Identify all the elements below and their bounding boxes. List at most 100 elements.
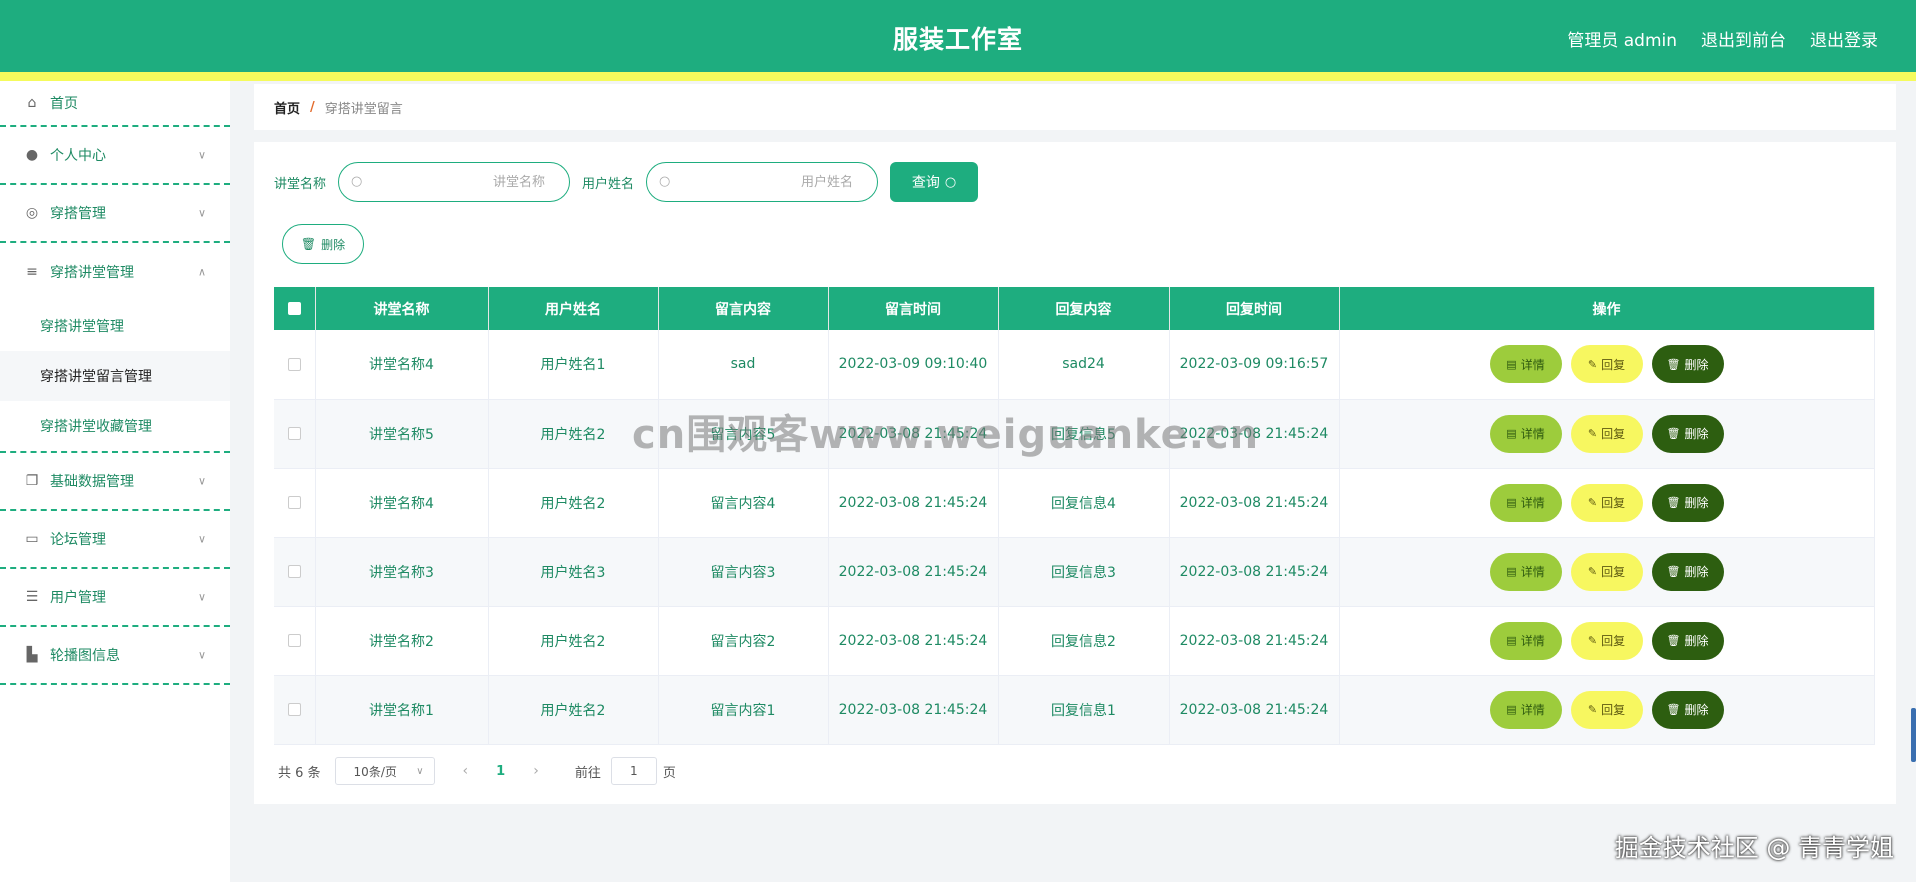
detail-button[interactable]: ▤ 详情 bbox=[1489, 345, 1562, 384]
sidebar-subitem-lecture-management[interactable]: 穿搭讲堂管理 bbox=[0, 301, 230, 351]
document-icon: ▤ bbox=[1506, 703, 1517, 716]
row-checkbox[interactable] bbox=[287, 357, 301, 371]
breadcrumb-separator: / bbox=[310, 99, 315, 115]
reply-button[interactable]: ✎ 回复 bbox=[1570, 552, 1643, 591]
breadcrumb-home[interactable]: 首页 bbox=[274, 98, 300, 117]
chevron-down-icon: ∨ bbox=[197, 148, 206, 162]
table-cell: 2022-03-08 21:45:24 bbox=[1169, 537, 1340, 607]
chevron-down-icon: ∨ bbox=[197, 474, 206, 488]
reply-button[interactable]: ✎ 回复 bbox=[1570, 414, 1643, 453]
reply-button[interactable]: ✎ 回复 bbox=[1570, 483, 1643, 522]
lecture-name-field[interactable]: ○ bbox=[338, 162, 571, 202]
row-actions-cell: ▤ 详情 ✎ 回复 🗑 删除 bbox=[1339, 399, 1875, 469]
goto-page-input[interactable]: 1 bbox=[610, 757, 657, 785]
edit-icon: ✎ bbox=[1587, 565, 1598, 578]
suitcase-icon: ▙ bbox=[26, 647, 38, 663]
scrollbar-handle[interactable] bbox=[1911, 708, 1916, 762]
delete-button[interactable]: 🗑 删除 bbox=[1651, 483, 1724, 522]
search-icon: ○ bbox=[944, 174, 957, 190]
goto-label: 前往 bbox=[574, 765, 601, 781]
lecture-name-input[interactable] bbox=[369, 171, 546, 193]
home-icon: ⌂ bbox=[27, 95, 37, 111]
sidebar-item-personal-center[interactable]: ● 个人中心 ∨ bbox=[0, 127, 230, 185]
table-cell: 讲堂名称4 bbox=[315, 468, 489, 538]
row-actions-cell: ▤ 详情 ✎ 回复 🗑 删除 bbox=[1339, 537, 1875, 607]
select-all-checkbox[interactable] bbox=[287, 302, 301, 315]
delete-button-label: 删除 bbox=[1684, 703, 1709, 717]
document-icon: ▤ bbox=[1506, 634, 1517, 647]
row-select-cell bbox=[274, 537, 316, 607]
edit-icon: ✎ bbox=[1587, 357, 1598, 371]
detail-button[interactable]: ▤ 详情 bbox=[1489, 621, 1562, 660]
delete-button[interactable]: 🗑 删除 bbox=[1651, 552, 1724, 591]
trash-icon: 🗑 bbox=[1666, 565, 1681, 578]
sidebar-subitem-lecture-favorites[interactable]: 穿搭讲堂收藏管理 bbox=[0, 401, 230, 451]
query-button[interactable]: 查询 ○ bbox=[890, 162, 979, 202]
reply-button[interactable]: ✎ 回复 bbox=[1570, 690, 1643, 729]
header-accent-strip bbox=[0, 72, 1916, 81]
search-bar: 讲堂名称 ○ 用户姓名 ○ 查询 ○ bbox=[274, 162, 979, 202]
copy-icon: ❐ bbox=[25, 473, 39, 489]
detail-button[interactable]: ▤ 详情 bbox=[1489, 483, 1562, 522]
row-checkbox[interactable] bbox=[287, 427, 301, 440]
detail-button[interactable]: ▤ 详情 bbox=[1489, 552, 1562, 591]
row-checkbox[interactable] bbox=[287, 565, 301, 578]
document-icon: ▤ bbox=[1506, 565, 1517, 578]
sidebar-item-forum[interactable]: ▭ 论坛管理 ∨ bbox=[0, 511, 230, 569]
page-number[interactable]: 1 bbox=[496, 764, 505, 779]
table-header-row: 讲堂名称 用户姓名 留言内容 留言时间 回复内容 回复时间 操作 bbox=[274, 287, 1875, 330]
sidebar-item-outfit-management[interactable]: ◎ 穿搭管理 ∨ bbox=[0, 185, 230, 243]
lifebuoy-icon: ◎ bbox=[25, 205, 39, 221]
delete-button[interactable]: 🗑 删除 bbox=[1651, 690, 1724, 729]
row-actions-cell: ▤ 详情 ✎ 回复 🗑 删除 bbox=[1339, 468, 1875, 538]
page-size-select[interactable]: 10条/页 ∨ bbox=[334, 757, 435, 785]
sidebar-item-label: 穿搭讲堂管理 bbox=[50, 265, 134, 281]
trash-icon: 🗑 bbox=[1666, 496, 1681, 509]
reply-button-label: 回复 bbox=[1601, 496, 1626, 510]
detail-button[interactable]: ▤ 详情 bbox=[1489, 690, 1562, 729]
table-cell: 2022-03-08 21:45:24 bbox=[828, 606, 999, 676]
batch-delete-button[interactable]: 🗑 删除 bbox=[282, 224, 364, 264]
reply-button-label: 回复 bbox=[1601, 427, 1626, 441]
delete-button[interactable]: 🗑 删除 bbox=[1651, 621, 1724, 660]
row-checkbox[interactable] bbox=[287, 703, 301, 716]
prev-page-button[interactable]: ‹ bbox=[463, 763, 469, 779]
reply-button[interactable]: ✎ 回复 bbox=[1570, 621, 1643, 660]
row-checkbox[interactable] bbox=[287, 634, 301, 647]
sidebar-item-lecture-management[interactable]: ≡ 穿搭讲堂管理 ∧ bbox=[0, 243, 230, 301]
chevron-down-icon: ∨ bbox=[197, 590, 206, 604]
column-header: 留言内容 bbox=[658, 287, 829, 330]
row-checkbox[interactable] bbox=[287, 496, 301, 509]
delete-button[interactable]: 🗑 删除 bbox=[1651, 345, 1724, 384]
table-cell: 用户姓名2 bbox=[488, 468, 659, 538]
detail-button-label: 详情 bbox=[1520, 496, 1545, 510]
reply-button[interactable]: ✎ 回复 bbox=[1570, 345, 1643, 384]
front-page-link[interactable]: 退出到前台 bbox=[1701, 26, 1786, 51]
next-page-button[interactable]: › bbox=[533, 763, 539, 779]
table-row: 讲堂名称3 用户姓名3 留言内容3 2022-03-08 21:45:24 回复信息3 2… bbox=[274, 537, 1875, 607]
table-cell: 回复信息2 bbox=[998, 606, 1170, 676]
page-unit-label: 页 bbox=[662, 765, 676, 781]
table-cell: 回复信息3 bbox=[998, 537, 1170, 607]
delete-button[interactable]: 🗑 删除 bbox=[1651, 414, 1724, 453]
logout-link[interactable]: 退出登录 bbox=[1810, 26, 1878, 51]
sidebar-item-basic-data[interactable]: ❐ 基础数据管理 ∨ bbox=[0, 453, 230, 511]
breadcrumb: 首页 / 穿搭讲堂留言 bbox=[254, 84, 1896, 130]
chevron-down-icon: ∨ bbox=[197, 648, 206, 662]
sidebar-subitem-lecture-comments[interactable]: 穿搭讲堂留言管理 bbox=[0, 351, 230, 401]
sidebar-item-label: 论坛管理 bbox=[50, 532, 106, 548]
detail-button[interactable]: ▤ 详情 bbox=[1489, 414, 1562, 453]
user-name-field[interactable]: ○ bbox=[646, 162, 879, 202]
column-header: 讲堂名称 bbox=[315, 287, 489, 330]
watermark-corner: 掘金技术社区 @ 青青学姐 bbox=[1614, 834, 1894, 862]
table-cell: 留言内容2 bbox=[658, 606, 829, 676]
sidebar-item-carousel[interactable]: ▙ 轮播图信息 ∨ bbox=[0, 627, 230, 685]
table-cell: 用户姓名2 bbox=[488, 399, 659, 469]
row-select-cell bbox=[274, 399, 316, 469]
row-select-cell bbox=[274, 330, 316, 400]
row-select-cell bbox=[274, 675, 316, 745]
sidebar-item-home[interactable]: ⌂ 首页 bbox=[0, 81, 230, 127]
sidebar-item-users[interactable]: ☰ 用户管理 ∨ bbox=[0, 569, 230, 627]
user-name-input[interactable] bbox=[677, 171, 854, 193]
table-cell: 2022-03-08 21:45:24 bbox=[828, 537, 999, 607]
